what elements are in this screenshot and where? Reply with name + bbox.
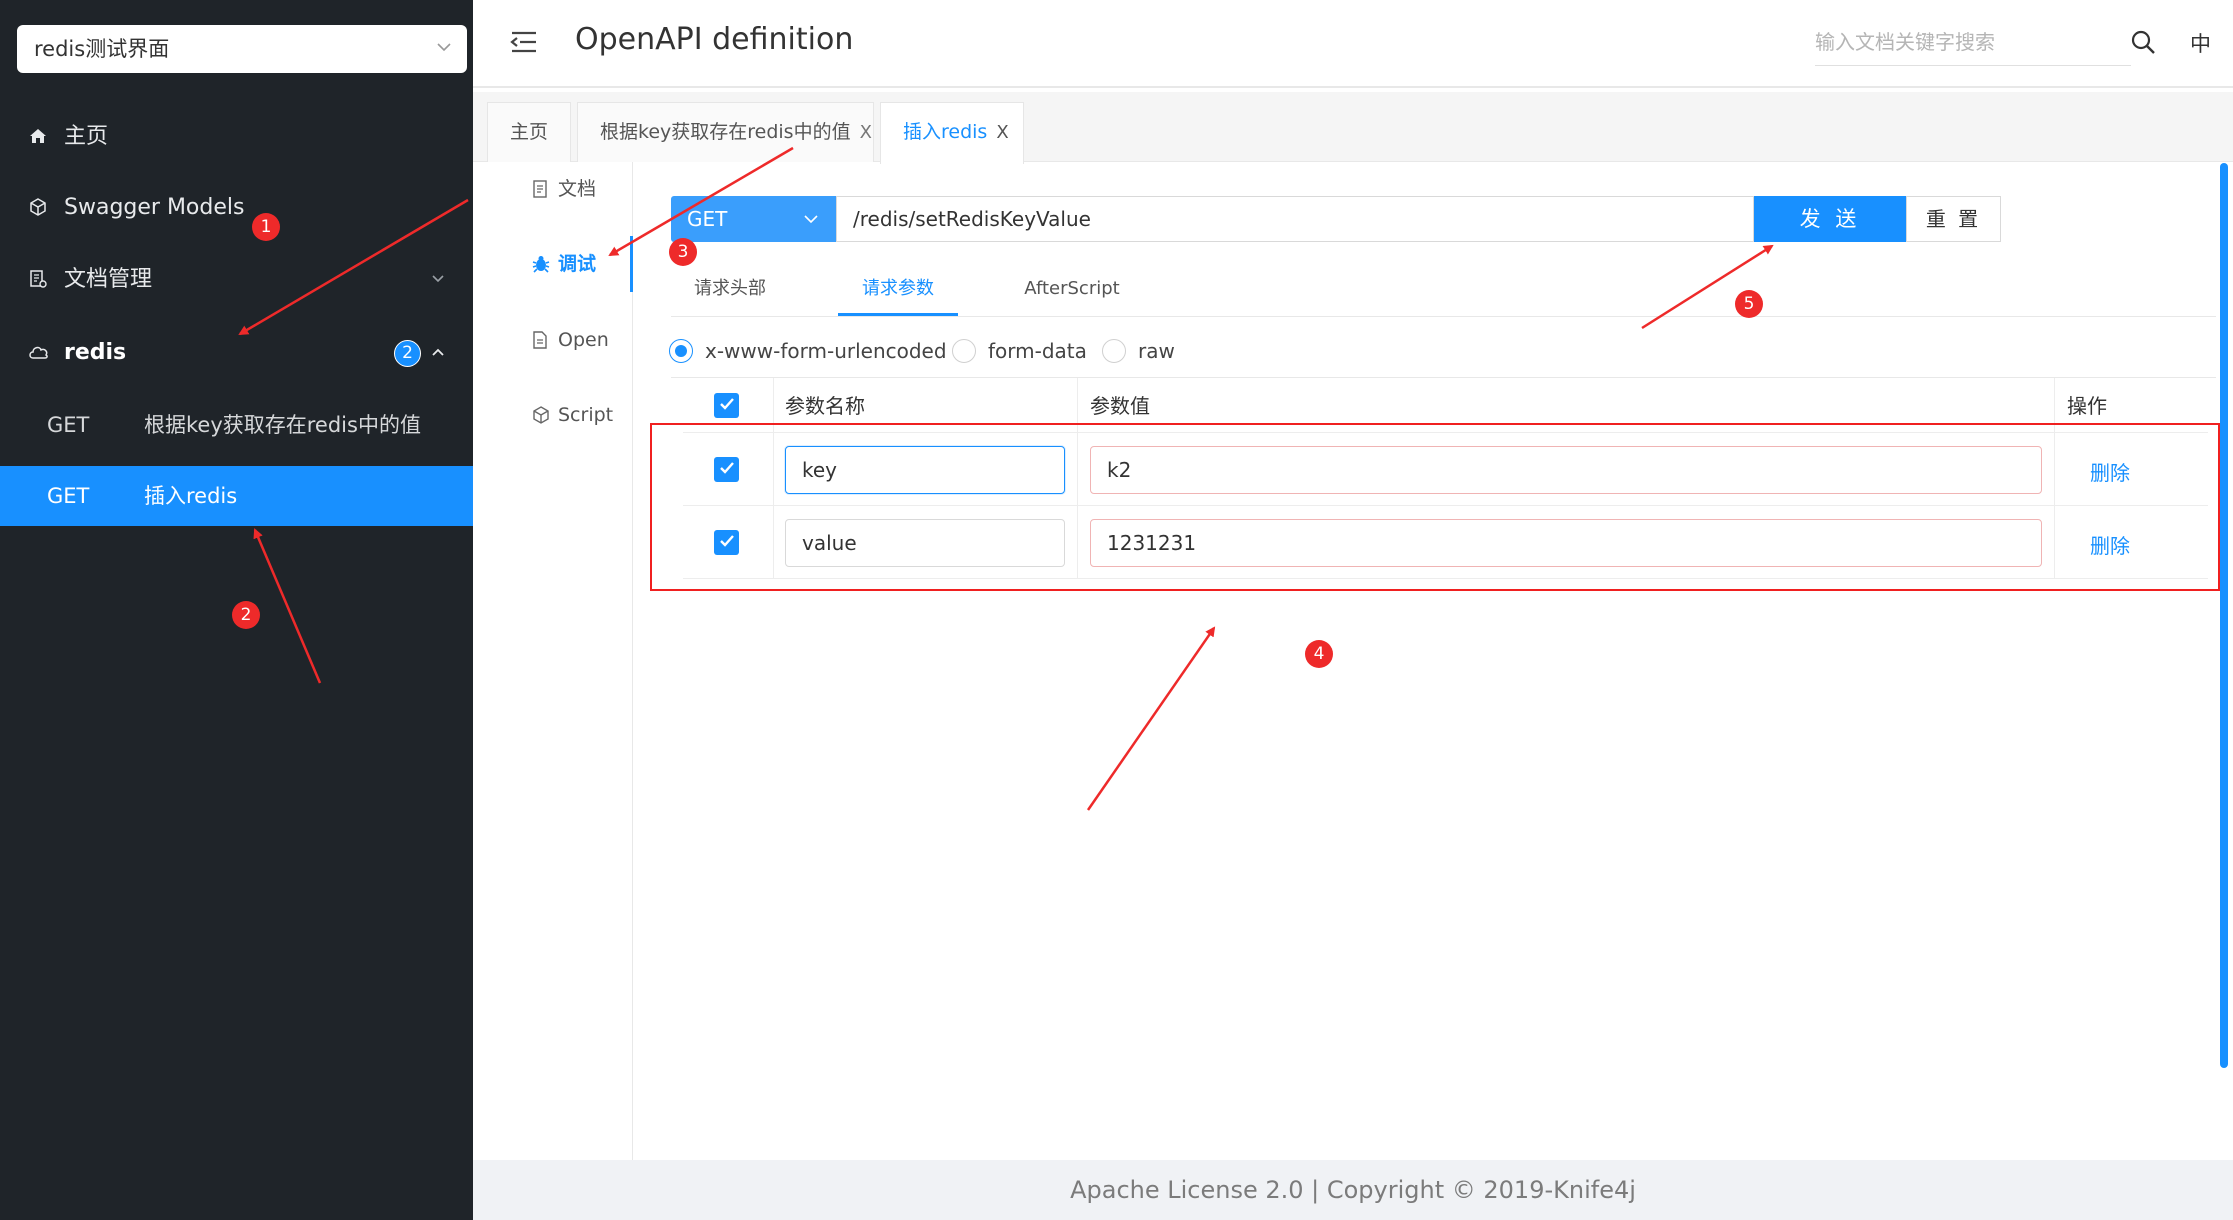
side-tab-debug[interactable]: 调试 — [500, 244, 630, 284]
side-tab-open[interactable]: Open — [500, 320, 630, 360]
sidebar-item-label: 主页 — [64, 124, 109, 149]
count-badge: 2 — [394, 340, 421, 367]
group-select-value: redis测试界面 — [34, 37, 170, 61]
tab-after-script[interactable]: AfterScript — [1012, 270, 1132, 316]
radio-form-data[interactable]: form-data — [952, 336, 1087, 366]
footer: Apache License 2.0 | Copyright © 2019-Kn… — [473, 1160, 2233, 1220]
method-label: GET — [47, 484, 90, 508]
group-select[interactable]: redis测试界面 — [17, 25, 467, 73]
radio-dot — [952, 339, 976, 363]
chevron-down-icon — [802, 210, 820, 228]
language-toggle[interactable]: 中 — [2190, 28, 2211, 58]
reset-button[interactable]: 重 置 — [1906, 196, 2001, 242]
tab-get-value[interactable]: 根据key获取存在redis中的值 X — [577, 102, 874, 162]
method-select-value: GET — [687, 207, 728, 231]
scrollbar[interactable] — [2220, 163, 2228, 1068]
radio-dot — [1102, 339, 1126, 363]
page-title: OpenAPI definition — [575, 22, 854, 57]
method-select[interactable]: GET — [671, 196, 836, 242]
menu-fold-icon[interactable] — [510, 30, 538, 54]
select-all-checkbox[interactable] — [714, 393, 739, 418]
annotation-marker: 4 — [1305, 640, 1333, 668]
search-input[interactable] — [1815, 22, 2131, 66]
document-icon — [531, 179, 549, 199]
radio-label: x-www-form-urlencoded — [705, 339, 947, 363]
annotation-marker: 5 — [1735, 290, 1763, 318]
tab-label: 主页 — [510, 121, 549, 143]
sidebar-item-label: 文档管理 — [64, 267, 153, 292]
side-tab-label: Open — [558, 329, 609, 351]
search-icon[interactable] — [2130, 29, 2156, 55]
operation-side-nav — [473, 162, 633, 1162]
app-window: redis测试界面 主页 Swagger Models 文档管理 redis 2… — [0, 0, 2233, 1220]
send-button[interactable]: 发 送 — [1754, 196, 1906, 242]
chevron-down-icon — [430, 271, 446, 287]
side-tab-label: Script — [558, 404, 614, 426]
tab-request-params[interactable]: 请求参数 — [838, 270, 958, 316]
column-header-value: 参数值 — [1090, 394, 1150, 418]
script-icon — [531, 405, 551, 425]
annotation-marker: 1 — [252, 213, 280, 241]
radio-urlencoded[interactable]: x-www-form-urlencoded — [669, 336, 947, 366]
docs-icon — [28, 269, 48, 289]
endpoint-label: 根据key获取存在redis中的值 — [144, 413, 421, 437]
radio-label: form-data — [988, 339, 1087, 363]
bug-icon — [531, 254, 551, 274]
tab-insert-redis[interactable]: 插入redis X — [880, 102, 1024, 164]
side-tab-label: 文档 — [558, 178, 597, 200]
annotation-marker: 3 — [669, 238, 697, 266]
url-input[interactable]: /redis/setRedisKeyValue — [836, 196, 1754, 242]
tab-request-headers[interactable]: 请求头部 — [680, 270, 780, 316]
tab-label: 插入redis — [903, 121, 988, 143]
radio-dot — [669, 339, 693, 363]
tab-home[interactable]: 主页 — [487, 102, 571, 162]
column-header-action: 操作 — [2067, 394, 2107, 418]
chevron-up-icon — [430, 344, 446, 360]
cloud-icon — [28, 342, 50, 362]
sidebar-item-swagger-models[interactable]: Swagger Models — [0, 173, 473, 243]
annotation-highlight-box — [650, 423, 2220, 591]
active-indicator — [630, 236, 633, 292]
sidebar-item-label: Swagger Models — [64, 195, 245, 220]
file-icon — [531, 330, 549, 350]
home-icon — [28, 126, 48, 146]
chevron-down-icon — [435, 38, 453, 56]
endpoint-label: 插入redis — [144, 484, 238, 508]
tab-label: 根据key获取存在redis中的值 — [600, 121, 851, 143]
subtab-divider — [671, 316, 2216, 317]
endpoint-item-insert-redis[interactable]: GET 插入redis — [0, 466, 473, 526]
method-label: GET — [47, 413, 90, 437]
sidebar-item-doc-management[interactable]: 文档管理 — [0, 245, 473, 315]
side-tab-script[interactable]: Script — [500, 395, 630, 435]
close-icon[interactable]: X — [860, 122, 872, 143]
side-tab-label: 调试 — [558, 253, 597, 275]
sidebar-item-label: redis — [64, 340, 127, 365]
endpoint-item-get-value[interactable]: GET 根据key获取存在redis中的值 — [0, 395, 473, 455]
column-header-name: 参数名称 — [785, 394, 865, 418]
side-tab-docs[interactable]: 文档 — [500, 169, 630, 209]
annotation-marker: 2 — [232, 601, 260, 629]
close-icon[interactable]: X — [996, 122, 1008, 143]
radio-label: raw — [1138, 339, 1175, 363]
radio-raw[interactable]: raw — [1102, 336, 1175, 366]
sidebar-item-home[interactable]: 主页 — [0, 102, 473, 172]
cube-icon — [28, 197, 48, 217]
